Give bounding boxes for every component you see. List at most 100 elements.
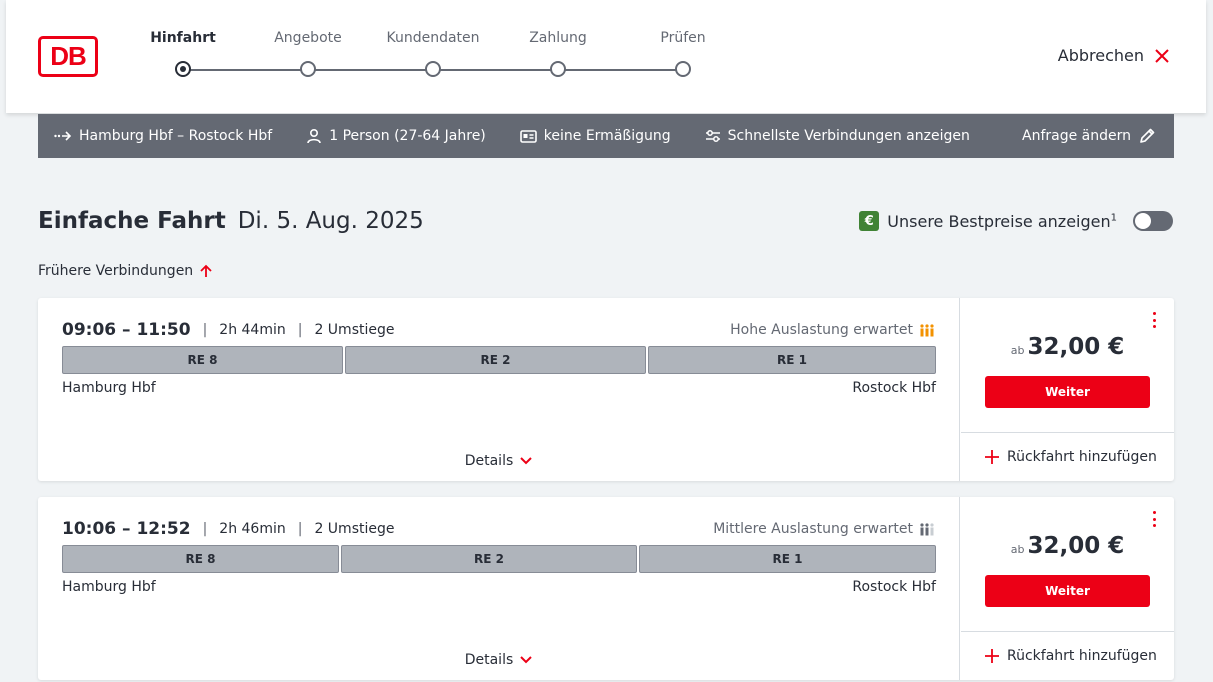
connection-info: 09:06 – 11:50 | 2h 44min | 2 Umstiege Ho… [38,298,960,481]
step-zahlung[interactable]: Zahlung [508,30,608,77]
footnote-marker: 1 [1110,212,1117,224]
add-return-trip-button[interactable]: Rückfahrt hinzufügen [961,432,1174,481]
step-label: Kundendaten [386,30,480,46]
destination-station: Rostock Hbf [852,579,936,595]
step-dot [675,61,691,77]
occupancy-info: Mittlere Auslastung erwartet [713,521,935,537]
step-dot [175,61,191,77]
query-summary-bar: Hamburg Hbf – Rostock Hbf 1 Person (27-6… [38,114,1174,158]
details-label: Details [464,453,514,469]
train-segment[interactable]: RE 2 [341,545,637,573]
trip-type-title: Einfache Fahrt [38,208,226,234]
db-logo[interactable]: DB [38,36,98,77]
duration: 2h 46min [219,521,286,537]
cancel-button[interactable]: Abbrechen [1058,46,1170,65]
best-prices-text: Unsere Bestpreise anzeigen [887,211,1111,231]
add-return-trip-button[interactable]: Rückfahrt hinzufügen [961,631,1174,680]
cancel-label: Abbrechen [1057,46,1144,65]
add-return-label: Rückfahrt hinzufügen [1007,449,1157,465]
separator: | [202,521,208,537]
price-prefix: ab [1010,344,1025,357]
price-panel: ab 32,00 € Weiter Rückfahrt hinzufügen [961,298,1174,481]
step-dot [425,61,441,77]
card-icon [519,129,537,143]
train-segment[interactable]: RE 1 [648,346,936,374]
details-toggle[interactable]: Details [38,652,960,668]
discount-text: keine Ermäßigung [543,128,671,144]
price: ab 32,00 € [961,533,1174,559]
continue-button[interactable]: Weiter [985,575,1150,607]
connection-card: 10:06 – 12:52 | 2h 46min | 2 Umstiege Mi… [38,497,1174,680]
step-pruefen[interactable]: Prüfen [633,30,733,77]
occupancy-text: Hohe Auslastung erwartet [730,322,913,338]
continue-button[interactable]: Weiter [985,376,1150,408]
step-label: Angebote [274,30,342,46]
connection-card: 09:06 – 11:50 | 2h 44min | 2 Umstiege Ho… [38,298,1174,481]
route-summary[interactable]: Hamburg Hbf – Rostock Hbf [54,128,272,144]
train-segments: RE 8 RE 2 RE 1 [62,346,936,374]
euro-icon: € [859,211,880,231]
train-segments: RE 8 RE 2 RE 1 [62,545,936,573]
occupancy-text: Mittlere Auslastung erwartet [713,521,913,537]
price: ab 32,00 € [961,334,1174,360]
best-prices-toggle-row: € Unsere Bestpreise anzeigen1 [859,211,1173,231]
separator: | [297,322,303,338]
close-icon [1155,48,1169,63]
train-segment[interactable]: RE 8 [62,346,343,374]
persons-text: 1 Person (27-64 Jahre) [329,128,486,144]
details-toggle[interactable]: Details [38,453,960,469]
price-prefix: ab [1010,543,1025,556]
occupancy-medium-icon [920,523,934,536]
plus-icon [985,450,999,464]
departure-arrival-times: 10:06 – 12:52 [62,519,191,539]
destination-station: Rostock Hbf [852,380,936,396]
separator: | [297,521,303,537]
step-label: Prüfen [660,30,706,46]
origin-station: Hamburg Hbf [62,579,156,595]
filter-summary[interactable]: Schnellste Verbindungen anzeigen [705,128,970,144]
more-options-icon[interactable] [1148,511,1160,527]
header: DB Hinfahrt Angebote Kundendaten Zahlung… [6,0,1206,113]
persons-summary[interactable]: 1 Person (27-64 Jahre) [306,128,486,144]
connection-info: 10:06 – 12:52 | 2h 46min | 2 Umstiege Mi… [38,497,960,680]
best-prices-toggle[interactable] [1133,211,1173,231]
chevron-down-icon [520,457,532,465]
earlier-connections-label: Frühere Verbindungen [38,263,194,279]
filter-text: Schnellste Verbindungen anzeigen [727,128,970,144]
price-panel: ab 32,00 € Weiter Rückfahrt hinzufügen [961,497,1174,680]
step-dot [550,61,566,77]
transfers: 2 Umstiege [314,322,395,338]
departure-arrival-times: 09:06 – 11:50 [62,320,191,340]
stations: Hamburg Hbf Rostock Hbf [62,579,936,595]
train-segment[interactable]: RE 1 [639,545,936,573]
arrow-up-icon [200,264,212,277]
discount-summary[interactable]: keine Ermäßigung [519,128,671,144]
price-amount: 32,00 € [1027,334,1125,360]
step-label: Hinfahrt [150,30,216,46]
page-title: Einfache Fahrt Di. 5. Aug. 2025 [38,208,424,234]
change-query-button[interactable]: Anfrage ändern [1022,127,1156,145]
duration: 2h 44min [219,322,286,338]
train-segment[interactable]: RE 8 [62,545,339,573]
plus-icon [985,649,999,663]
transfers: 2 Umstiege [314,521,395,537]
route-text: Hamburg Hbf – Rostock Hbf [79,128,273,144]
origin-station: Hamburg Hbf [62,380,156,396]
step-angebote[interactable]: Angebote [258,30,358,77]
step-label: Zahlung [529,30,587,46]
more-options-icon[interactable] [1148,312,1160,328]
chevron-down-icon [520,656,532,664]
pencil-icon [1140,128,1155,143]
step-kundendaten[interactable]: Kundendaten [383,30,483,77]
person-icon [307,128,322,144]
step-dot [300,61,316,77]
step-hinfahrt[interactable]: Hinfahrt [133,30,233,77]
train-segment[interactable]: RE 2 [345,346,646,374]
sliders-icon [705,130,720,142]
trip-date: Di. 5. Aug. 2025 [237,208,424,234]
logo-text: DB [50,41,87,71]
separator: | [202,322,208,338]
earlier-connections-link[interactable]: Frühere Verbindungen [38,263,213,279]
price-amount: 32,00 € [1027,533,1125,559]
occupancy-info: Hohe Auslastung erwartet [730,322,935,338]
